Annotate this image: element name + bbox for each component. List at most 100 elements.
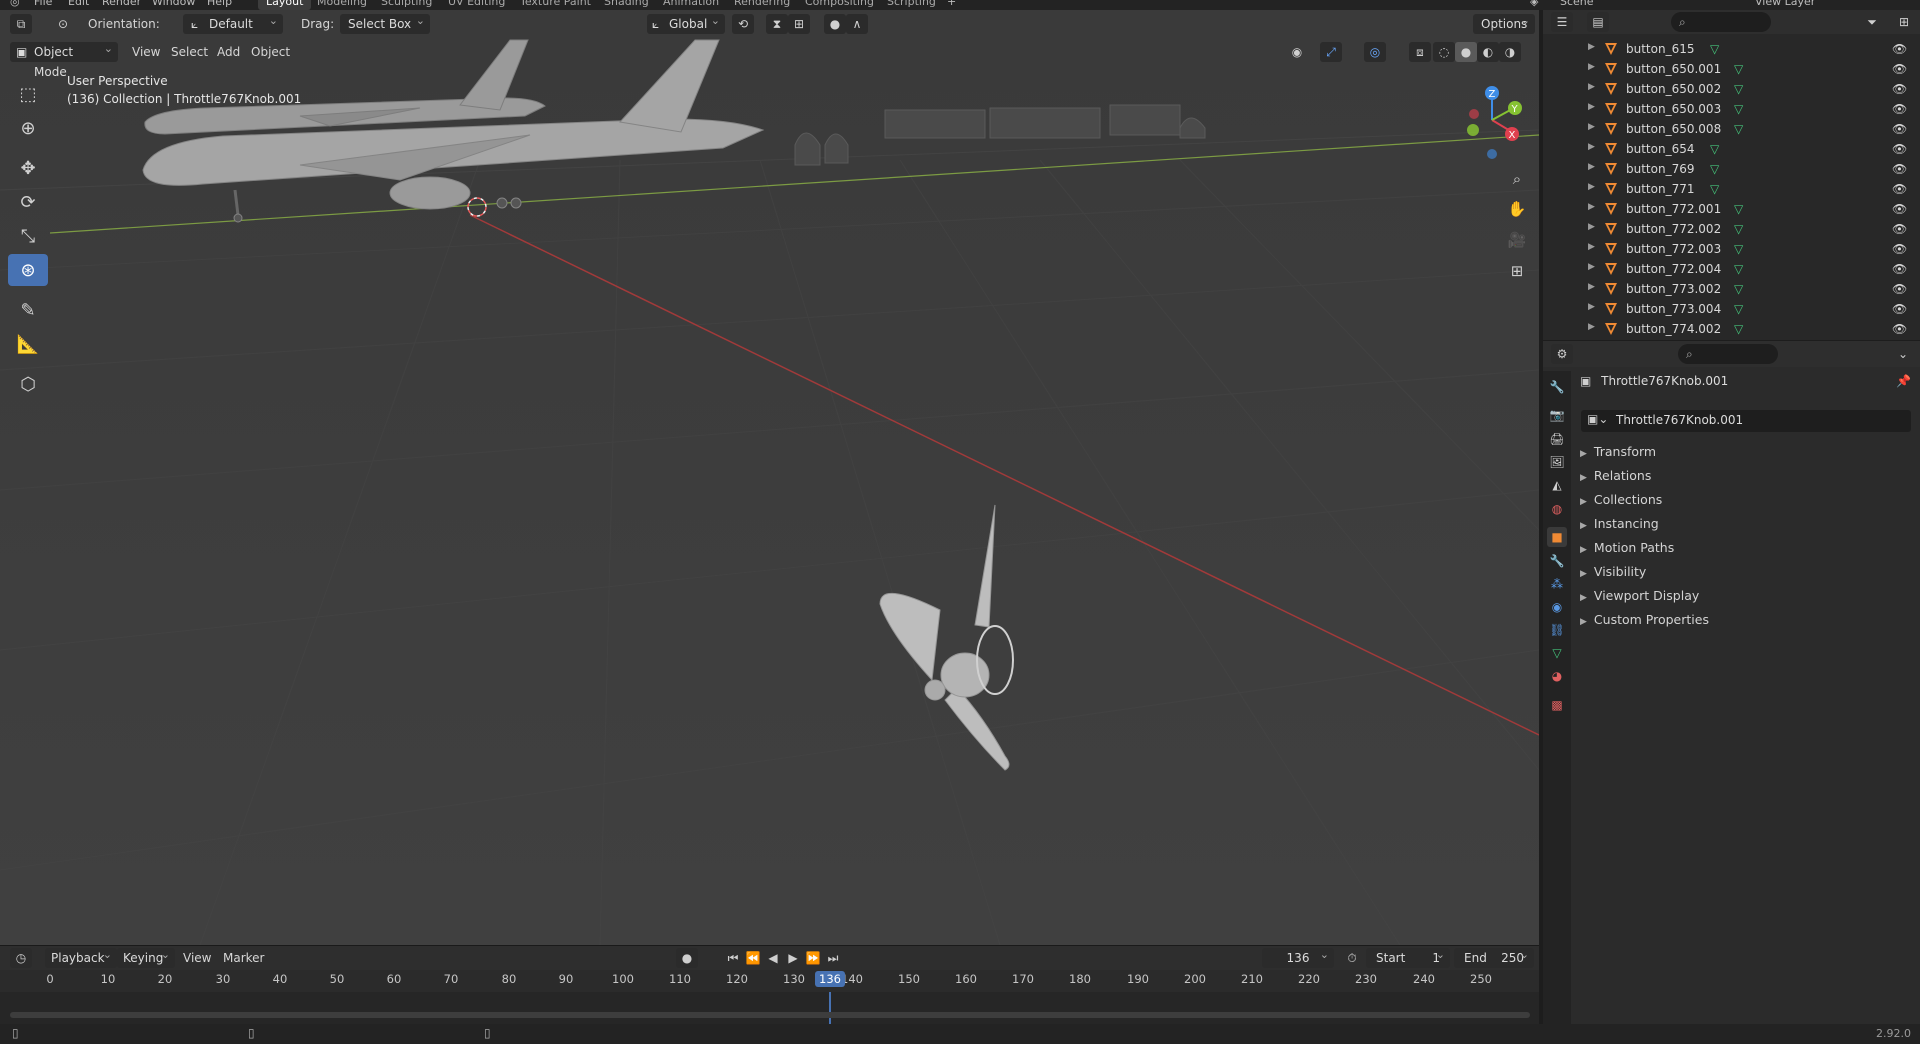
expand-arrow-icon[interactable]: ▶ — [1588, 122, 1595, 132]
proportional-edit-icon[interactable]: ● — [824, 14, 846, 34]
outliner-row[interactable]: ▶ button_650.002 ▽ 👁 — [1543, 80, 1920, 100]
panel-viewport-display[interactable]: ▶ Viewport Display — [1580, 588, 1699, 610]
display-mode-icon[interactable]: ▤ — [1587, 12, 1609, 32]
new-collection-icon[interactable]: ⊞ — [1893, 12, 1915, 32]
mesh-data-tab-icon[interactable]: ▽ — [1547, 643, 1567, 663]
visibility-eye-icon[interactable]: 👁 — [1892, 262, 1907, 276]
mesh-data-icon[interactable]: ▽ — [1710, 42, 1719, 56]
transform-tool-icon[interactable]: ⊛ — [8, 254, 48, 286]
outliner-row[interactable]: ▶ button_650.001 ▽ 👁 — [1543, 60, 1920, 80]
gizmo-neg-x-axis[interactable] — [1469, 109, 1479, 119]
expand-arrow-icon[interactable]: ▶ — [1588, 102, 1595, 112]
ortho-grid-icon[interactable]: ⊞ — [1504, 258, 1530, 284]
outliner-row[interactable]: ▶ button_650.003 ▽ 👁 — [1543, 100, 1920, 120]
timeline-scrollbar[interactable] — [10, 1012, 1530, 1018]
expand-arrow-icon[interactable]: ▶ — [1588, 82, 1595, 92]
outliner-row[interactable]: ▶ button_774.002 ▽ 👁 — [1543, 320, 1920, 340]
expand-arrow-icon[interactable]: ▶ — [1588, 62, 1595, 72]
cursor-tool-icon[interactable]: ⊕ — [8, 112, 48, 144]
workspace-tab-rendering[interactable]: Rendering — [726, 0, 798, 10]
add-cube-tool-icon[interactable]: ⬡ — [8, 368, 48, 400]
outliner-editor-type-icon[interactable]: ☰ — [1551, 12, 1573, 32]
timeline-editor-type-icon[interactable]: ◷ — [10, 948, 32, 968]
outliner-row[interactable]: ▶ button_769 ▽ 👁 — [1543, 160, 1920, 180]
visibility-eye-icon[interactable]: 👁 — [1892, 182, 1907, 196]
workspace-tab-sculpting[interactable]: Sculpting — [373, 0, 440, 10]
move-tool-icon[interactable]: ✥ — [8, 152, 48, 184]
camera-view-icon[interactable]: 🎥 — [1504, 227, 1530, 253]
outliner-row[interactable]: ▶ button_772.002 ▽ 👁 — [1543, 220, 1920, 240]
marker-menu[interactable]: Marker — [223, 948, 264, 968]
mesh-data-icon[interactable]: ▽ — [1734, 282, 1743, 296]
transform-pivot-icon[interactable]: ⊙ — [52, 14, 74, 34]
next-keyframe-icon[interactable]: ⏩ — [802, 948, 824, 968]
workspace-tab-layout[interactable]: Layout — [258, 0, 312, 10]
drag-dropdown[interactable]: Select Box — [340, 11, 430, 34]
render-tab-icon[interactable]: 📷 — [1547, 405, 1567, 425]
view-layer-tab-icon[interactable]: 🖼 — [1547, 452, 1567, 472]
constraints-tab-icon[interactable]: ⛓ — [1547, 620, 1567, 640]
measure-tool-icon[interactable]: 📐 — [8, 328, 48, 360]
expand-arrow-icon[interactable]: ▶ — [1588, 202, 1595, 212]
panel-instancing[interactable]: ▶ Instancing — [1580, 516, 1659, 538]
properties-editor-type-icon[interactable]: ⚙ — [1551, 344, 1573, 364]
current-frame-field[interactable]: 136 — [1262, 945, 1334, 968]
transform-orientation-dropdown[interactable]: ⟀ Global — [647, 11, 725, 34]
end-frame-field[interactable]: End 250 — [1454, 945, 1534, 968]
orientation-dropdown[interactable]: ⟀ Default — [183, 11, 283, 34]
workspace-tab-shading[interactable]: Shading — [596, 0, 657, 10]
expand-arrow-icon[interactable]: ▶ — [1588, 142, 1595, 152]
auto-key-record-icon[interactable]: ● — [676, 948, 698, 968]
tool-tab-icon[interactable]: 🔧 — [1547, 377, 1567, 397]
expand-arrow-icon[interactable]: ▶ — [1588, 262, 1595, 272]
visibility-eye-icon[interactable]: 👁 — [1892, 102, 1907, 116]
visibility-eye-icon[interactable]: 👁 — [1892, 142, 1907, 156]
playhead-frame-indicator[interactable]: 136 — [815, 971, 845, 987]
viewport-scene[interactable] — [0, 10, 1539, 945]
panel-transform[interactable]: ▶ Transform — [1580, 444, 1656, 466]
prev-keyframe-icon[interactable]: ⏪ — [742, 948, 764, 968]
rendered-shading-icon[interactable]: ◑ — [1499, 42, 1521, 62]
solid-shading-icon[interactable]: ● — [1455, 42, 1477, 62]
outliner-row[interactable]: ▶ button_654 ▽ 👁 — [1543, 140, 1920, 160]
xray-toggle-icon[interactable]: ⧈ — [1409, 42, 1431, 62]
menu-select[interactable]: Select — [171, 42, 208, 62]
workspace-tab-compositing[interactable]: Compositing — [797, 0, 882, 10]
world-tab-icon[interactable]: ◍ — [1547, 499, 1567, 519]
expand-arrow-icon[interactable]: ▶ — [1588, 302, 1595, 312]
gizmo-neg-y-axis[interactable] — [1467, 124, 1479, 136]
texture-tab-icon[interactable]: ▩ — [1547, 695, 1567, 715]
expand-arrow-icon[interactable]: ▶ — [1588, 222, 1595, 232]
blender-logo-icon[interactable]: ◎ — [10, 0, 20, 8]
visibility-eye-icon[interactable]: 👁 — [1892, 242, 1907, 256]
rotate-tool-icon[interactable]: ⟳ — [8, 186, 48, 218]
playhead-line[interactable] — [829, 992, 831, 1025]
falloff-icon[interactable]: ∧ — [846, 14, 868, 34]
outliner-row[interactable]: ▶ button_650.008 ▽ 👁 — [1543, 120, 1920, 140]
workspace-tab-animation[interactable]: Animation — [655, 0, 727, 10]
outliner-row[interactable]: ▶ button_772.004 ▽ 👁 — [1543, 260, 1920, 280]
annotate-tool-icon[interactable]: ✎ — [8, 294, 48, 326]
outliner-row[interactable]: ▶ button_773.002 ▽ 👁 — [1543, 280, 1920, 300]
expand-arrow-icon[interactable]: ▶ — [1588, 162, 1595, 172]
visibility-eye-icon[interactable]: 👁 — [1892, 62, 1907, 76]
expand-arrow-icon[interactable]: ▶ — [1588, 282, 1595, 292]
outliner-row[interactable]: ▶ button_615 ▽ 👁 — [1543, 40, 1920, 60]
mesh-data-icon[interactable]: ▽ — [1734, 322, 1743, 336]
mesh-data-icon[interactable]: ▽ — [1734, 302, 1743, 316]
menu-add[interactable]: Add — [217, 42, 240, 62]
properties-options-icon[interactable]: ⌄ — [1892, 344, 1914, 364]
outliner-row[interactable]: ▶ button_773.004 ▽ 👁 — [1543, 300, 1920, 320]
filter-icon[interactable]: ⏷ — [1861, 12, 1883, 32]
outliner-row[interactable]: ▶ button_772.003 ▽ 👁 — [1543, 240, 1920, 260]
mesh-data-icon[interactable]: ▽ — [1710, 142, 1719, 156]
timeline-track[interactable] — [0, 992, 1539, 1025]
playback-menu[interactable]: Playback — [45, 945, 117, 968]
menu-object[interactable]: Object — [251, 42, 290, 62]
visibility-eye-icon[interactable]: 👁 — [1892, 322, 1907, 336]
navigation-gizmo[interactable]: Z X Y — [1450, 78, 1539, 168]
mesh-data-icon[interactable]: ▽ — [1734, 102, 1743, 116]
wireframe-shading-icon[interactable]: ◌ — [1433, 42, 1455, 62]
menu-edit[interactable]: Edit — [68, 0, 89, 8]
play-reverse-icon[interactable]: ◀ — [762, 948, 784, 968]
